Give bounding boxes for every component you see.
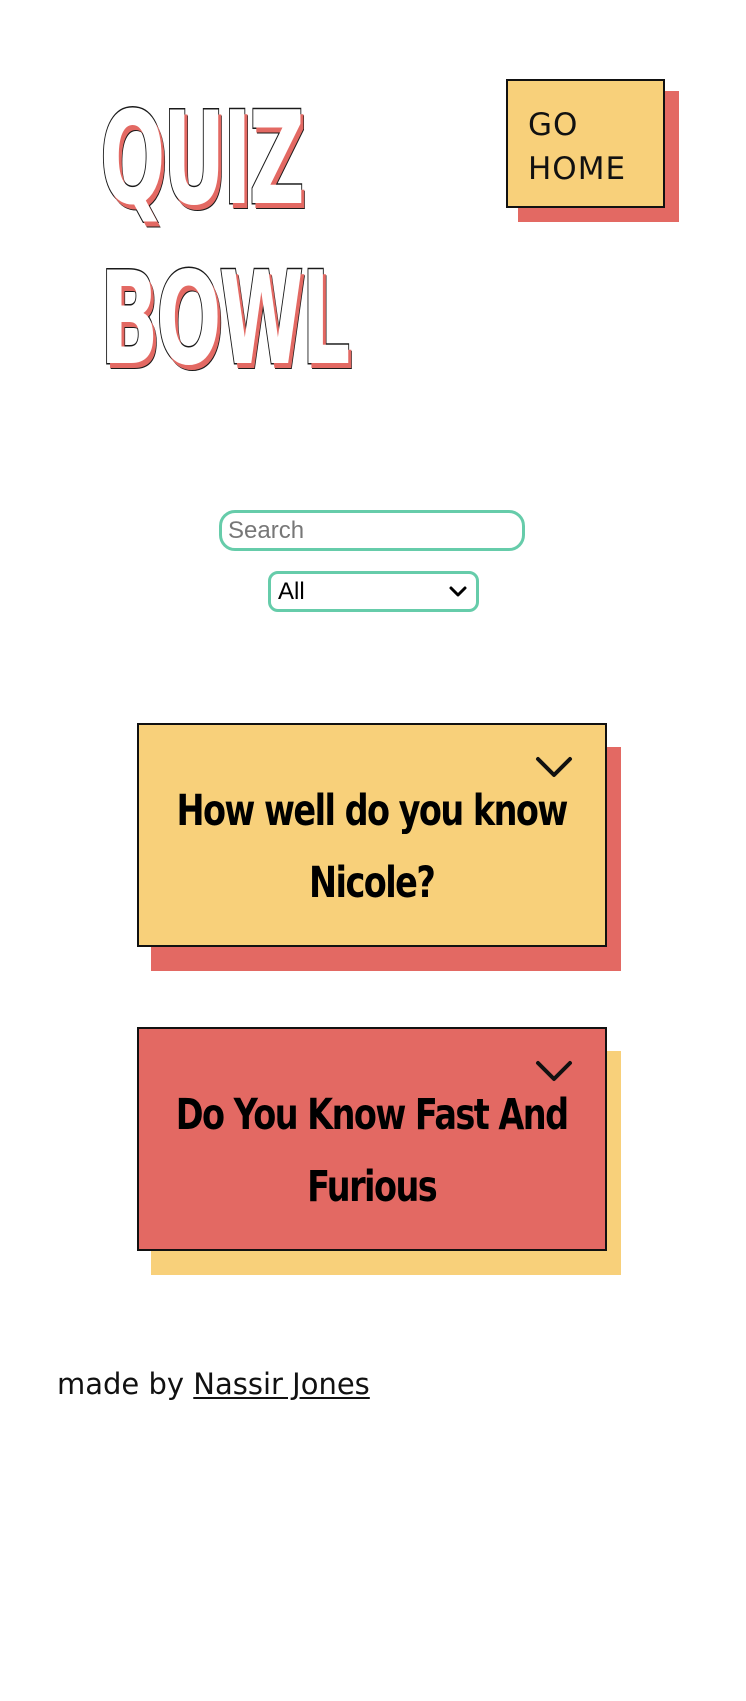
category-select-value: All (278, 578, 305, 605)
search-input[interactable] (219, 510, 525, 551)
footer-credit: made by Nassir Jones (57, 1367, 370, 1401)
logo-line-2: BOWL (99, 244, 351, 396)
footer-prefix: made by (57, 1367, 185, 1401)
quiz-title-text: How well do you know Nicole? (176, 786, 569, 908)
quiz-title-link[interactable]: Do You Know Fast And Furious (159, 1079, 585, 1223)
logo-line-1: QUIZ (99, 84, 306, 236)
quiz-card-wrapper: Do You Know Fast And Furious (137, 1027, 621, 1275)
go-home-line-2: HOME (528, 151, 627, 187)
go-home-line-1: GO (528, 107, 579, 143)
category-select[interactable]: All (268, 571, 479, 612)
quiz-card[interactable]: Do You Know Fast And Furious (137, 1027, 607, 1251)
author-link[interactable]: Nassir Jones (193, 1367, 370, 1401)
go-home-container: GO HOME (506, 79, 679, 222)
page: QUIZ BOWL GO HOME All How well do you kn… (0, 0, 746, 1701)
quiz-card-wrapper: How well do you know Nicole? (137, 723, 621, 971)
quiz-title-link[interactable]: How well do you know Nicole? (159, 775, 585, 919)
chevron-down-icon (449, 586, 467, 597)
quiz-title-text: Do You Know Fast And Furious (176, 1090, 569, 1212)
quiz-card[interactable]: How well do you know Nicole? (137, 723, 607, 947)
site-logo[interactable]: QUIZ BOWL (99, 80, 351, 400)
go-home-button[interactable]: GO HOME (506, 79, 665, 208)
